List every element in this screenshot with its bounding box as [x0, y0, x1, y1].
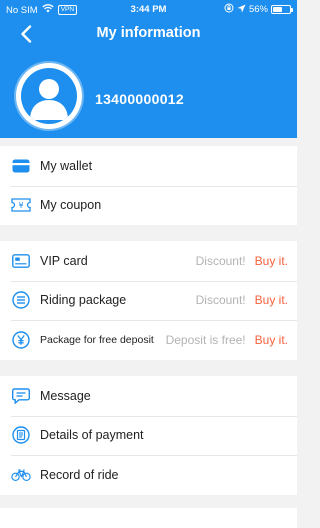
vip-card-label: VIP card: [40, 253, 88, 268]
free-deposit-package-row[interactable]: Package for free deposit Deposit is free…: [0, 320, 297, 360]
list-icon: [11, 290, 31, 310]
riding-package-hint: Discount!: [195, 293, 246, 308]
records-group: Message Details of payment Record of rid…: [0, 376, 297, 495]
location-arrow-icon: [237, 4, 246, 16]
coupon-icon: ¥: [11, 195, 31, 215]
riding-package-buy-link[interactable]: Buy it.: [255, 293, 288, 307]
message-label: Message: [40, 388, 91, 403]
card-icon: [11, 251, 31, 271]
orientation-lock-icon: [224, 3, 234, 16]
my-coupon-row[interactable]: ¥ My coupon: [0, 185, 297, 226]
payment-details-row[interactable]: Details of payment: [0, 415, 297, 456]
profile-header: No SIM VPN 3:44 PM 56% My information 13…: [0, 0, 297, 138]
free-deposit-hint: Deposit is free!: [165, 332, 246, 347]
user-phone: 13400000012: [95, 91, 184, 107]
receipt-icon: [11, 425, 31, 445]
my-wallet-row[interactable]: My wallet: [0, 146, 297, 186]
wallet-group: My wallet ¥ My coupon: [0, 146, 297, 225]
avatar[interactable]: [16, 63, 82, 129]
riding-package-label: Riding package: [40, 293, 127, 308]
message-row[interactable]: Message: [0, 376, 297, 416]
yen-icon: [11, 330, 31, 350]
payment-details-label: Details of payment: [40, 428, 144, 443]
status-bar: No SIM VPN 3:44 PM 56%: [0, 0, 297, 18]
riding-package-row[interactable]: Riding package Discount! Buy it.: [0, 280, 297, 321]
my-wallet-label: My wallet: [40, 158, 93, 173]
battery-fill: [273, 7, 282, 12]
wallet-icon: [11, 156, 31, 176]
battery-percent: 56%: [248, 4, 268, 15]
my-coupon-label: My coupon: [40, 198, 102, 213]
ride-record-label: Record of ride: [40, 467, 119, 482]
vip-card-hint: Discount!: [195, 253, 246, 268]
ride-record-row[interactable]: Record of ride: [0, 455, 297, 495]
bicycle-icon: [11, 465, 31, 485]
svg-text:¥: ¥: [18, 201, 23, 210]
free-deposit-package-label: Package for free deposit: [40, 333, 154, 346]
packages-group: VIP card Discount! Buy it. Riding packag…: [0, 241, 297, 360]
message-icon: [11, 386, 31, 406]
vip-card-row[interactable]: VIP card Discount! Buy it.: [0, 241, 297, 281]
next-group-edge: [0, 508, 297, 528]
vip-card-buy-link[interactable]: Buy it.: [255, 254, 288, 268]
page-title: My information: [96, 25, 201, 41]
free-deposit-buy-link[interactable]: Buy it.: [255, 333, 288, 347]
user-icon: [21, 68, 77, 124]
battery-icon: [271, 5, 293, 14]
